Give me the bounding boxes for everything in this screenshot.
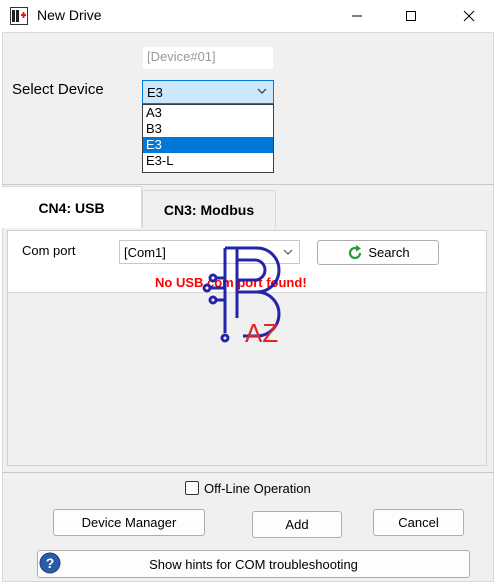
dropdown-option-b3[interactable]: B3: [143, 121, 273, 137]
minimize-button[interactable]: [334, 0, 380, 32]
divider: [2, 472, 494, 473]
app-icon: [10, 7, 28, 25]
refresh-icon: [349, 244, 362, 259]
device-select[interactable]: E3: [142, 80, 274, 104]
offline-operation-label[interactable]: Off-Line Operation: [204, 481, 311, 496]
com-port-value: [Com1]: [124, 245, 166, 260]
search-button[interactable]: Search: [317, 240, 439, 265]
close-icon: [463, 10, 475, 22]
maximize-button[interactable]: [388, 0, 434, 32]
device-name-field[interactable]: [Device#01]: [143, 47, 273, 69]
device-select-value: E3: [147, 85, 163, 100]
chevron-down-icon: [257, 88, 267, 94]
divider: [2, 184, 494, 185]
tab-cn3-modbus[interactable]: CN3: Modbus: [142, 190, 276, 228]
svg-text:?: ?: [46, 555, 55, 571]
window-title: New Drive: [37, 7, 102, 23]
device-manager-button[interactable]: Device Manager: [53, 509, 205, 536]
dropdown-option-e3[interactable]: E3: [143, 137, 273, 153]
watermark-text: AZ: [245, 318, 278, 348]
tab-cn4-usb[interactable]: CN4: USB: [2, 186, 142, 228]
minimize-icon: [352, 15, 362, 17]
search-button-label: Search: [368, 245, 410, 260]
com-port-label: Com port: [22, 243, 76, 258]
select-device-label: Select Device: [12, 81, 104, 98]
device-manager-label: Device Manager: [81, 515, 177, 530]
device-dropdown-list[interactable]: A3 B3 E3 E3-L: [142, 104, 274, 173]
cancel-button[interactable]: Cancel: [373, 509, 464, 536]
offline-operation-checkbox[interactable]: [185, 481, 199, 495]
title-bar[interactable]: New Drive: [0, 0, 496, 32]
help-icon: ?: [39, 552, 61, 574]
maximize-icon: [406, 11, 416, 21]
show-hints-button[interactable]: Show hints for COM troubleshooting: [37, 550, 470, 578]
watermark-logo: AZ: [195, 238, 295, 348]
close-button[interactable]: [446, 0, 492, 32]
svg-text:AZ: AZ: [245, 318, 278, 348]
show-hints-label: Show hints for COM troubleshooting: [149, 556, 358, 572]
add-button-label: Add: [285, 517, 309, 532]
dropdown-option-a3[interactable]: A3: [143, 105, 273, 121]
cancel-button-label: Cancel: [398, 515, 439, 530]
add-button[interactable]: Add: [252, 511, 342, 538]
dropdown-option-e3-l[interactable]: E3-L: [143, 153, 273, 169]
